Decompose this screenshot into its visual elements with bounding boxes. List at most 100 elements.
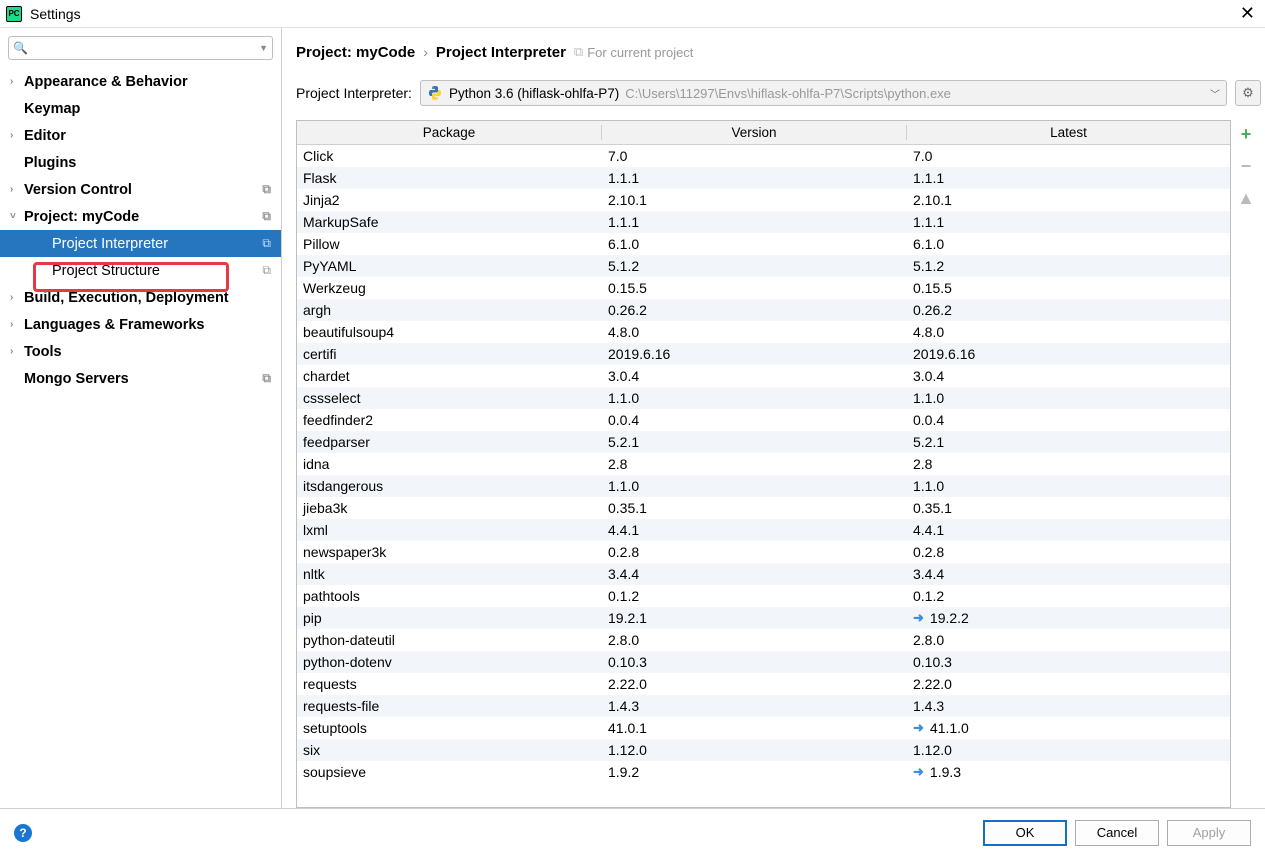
- cell-version: 7.0: [602, 148, 907, 164]
- table-row[interactable]: argh0.26.20.26.2: [297, 299, 1230, 321]
- table-row[interactable]: python-dotenv0.10.30.10.3: [297, 651, 1230, 673]
- chevron-right-icon: ›: [423, 44, 428, 60]
- sidebar-item-tools[interactable]: ›Tools: [0, 338, 281, 365]
- chevron-down-icon[interactable]: ▼: [259, 43, 268, 53]
- sidebar-item-project-interpreter[interactable]: Project Interpreter⧉: [0, 230, 281, 257]
- search-input[interactable]: 🔍 ▼: [8, 36, 273, 60]
- table-row[interactable]: certifi2019.6.162019.6.16: [297, 343, 1230, 365]
- table-row[interactable]: newspaper3k0.2.80.2.8: [297, 541, 1230, 563]
- sidebar: 🔍 ▼ ›Appearance & BehaviorKeymap›EditorP…: [0, 28, 282, 808]
- table-row[interactable]: pip19.2.1➜19.2.2: [297, 607, 1230, 629]
- titlebar: PC Settings ✕: [0, 0, 1265, 28]
- cell-version: 0.1.2: [602, 588, 907, 604]
- sidebar-item-languages-frameworks[interactable]: ›Languages & Frameworks: [0, 311, 281, 338]
- remove-package-button[interactable]: −: [1234, 154, 1258, 178]
- interpreter-selected: Python 3.6 (hiflask-ohlfa-P7): [449, 86, 619, 101]
- cell-package: nltk: [297, 566, 602, 582]
- sidebar-item-label: Editor: [24, 128, 66, 144]
- upgrade-package-button[interactable]: ▲: [1234, 186, 1258, 210]
- table-row[interactable]: beautifulsoup44.8.04.8.0: [297, 321, 1230, 343]
- table-row[interactable]: PyYAML5.1.25.1.2: [297, 255, 1230, 277]
- gear-icon[interactable]: ⚙: [1235, 80, 1261, 106]
- cell-version: 5.1.2: [602, 258, 907, 274]
- ok-button[interactable]: OK: [983, 820, 1067, 846]
- table-row[interactable]: six1.12.01.12.0: [297, 739, 1230, 761]
- cell-package: pip: [297, 610, 602, 626]
- cell-version: 2.8: [602, 456, 907, 472]
- cell-latest: 1.1.1: [913, 170, 944, 186]
- cell-latest: 1.9.3: [930, 764, 961, 780]
- cell-latest: 7.0: [913, 148, 932, 164]
- cancel-button[interactable]: Cancel: [1075, 820, 1159, 846]
- settings-tree: ›Appearance & BehaviorKeymap›EditorPlugi…: [0, 68, 281, 808]
- table-row[interactable]: idna2.82.8: [297, 453, 1230, 475]
- table-row[interactable]: chardet3.0.43.0.4: [297, 365, 1230, 387]
- table-row[interactable]: pathtools0.1.20.1.2: [297, 585, 1230, 607]
- table-row[interactable]: Jinja22.10.12.10.1: [297, 189, 1230, 211]
- cell-latest: 0.1.2: [913, 588, 944, 604]
- interpreter-dropdown[interactable]: Python 3.6 (hiflask-ohlfa-P7) C:\Users\1…: [420, 80, 1227, 106]
- column-version[interactable]: Version: [602, 125, 907, 140]
- sidebar-item-keymap[interactable]: Keymap: [0, 95, 281, 122]
- footer: ? OK Cancel Apply: [0, 808, 1265, 856]
- cell-package: Jinja2: [297, 192, 602, 208]
- table-row[interactable]: Click7.07.0: [297, 145, 1230, 167]
- sidebar-item-mongo-servers[interactable]: Mongo Servers⧉: [0, 365, 281, 392]
- add-package-button[interactable]: +: [1234, 122, 1258, 146]
- help-icon[interactable]: ?: [14, 824, 32, 842]
- apply-button[interactable]: Apply: [1167, 820, 1251, 846]
- table-row[interactable]: lxml4.4.14.4.1: [297, 519, 1230, 541]
- cell-package: setuptools: [297, 720, 602, 736]
- table-row[interactable]: itsdangerous1.1.01.1.0: [297, 475, 1230, 497]
- sidebar-item-editor[interactable]: ›Editor: [0, 122, 281, 149]
- cell-package: itsdangerous: [297, 478, 602, 494]
- table-row[interactable]: cssselect1.1.01.1.0: [297, 387, 1230, 409]
- sidebar-item-appearance-behavior[interactable]: ›Appearance & Behavior: [0, 68, 281, 95]
- cell-version: 4.8.0: [602, 324, 907, 340]
- table-row[interactable]: Pillow6.1.06.1.0: [297, 233, 1230, 255]
- table-row[interactable]: setuptools41.0.1➜41.1.0: [297, 717, 1230, 739]
- table-row[interactable]: jieba3k0.35.10.35.1: [297, 497, 1230, 519]
- table-row[interactable]: Flask1.1.11.1.1: [297, 167, 1230, 189]
- cell-version: 5.2.1: [602, 434, 907, 450]
- cell-version: 1.1.1: [602, 170, 907, 186]
- cell-version: 0.10.3: [602, 654, 907, 670]
- table-row[interactable]: soupsieve1.9.2➜1.9.3: [297, 761, 1230, 783]
- breadcrumb-interpreter: Project Interpreter: [436, 44, 566, 61]
- sidebar-item-plugins[interactable]: Plugins: [0, 149, 281, 176]
- table-row[interactable]: MarkupSafe1.1.11.1.1: [297, 211, 1230, 233]
- cell-package: jieba3k: [297, 500, 602, 516]
- chevron-right-icon: ›: [10, 292, 24, 303]
- close-icon[interactable]: ✕: [1236, 3, 1259, 24]
- search-icon: 🔍: [13, 41, 28, 55]
- table-row[interactable]: requests2.22.02.22.0: [297, 673, 1230, 695]
- table-row[interactable]: nltk3.4.43.4.4: [297, 563, 1230, 585]
- breadcrumb: Project: myCode › Project Interpreter ⧉ …: [296, 38, 1265, 66]
- table-row[interactable]: requests-file1.4.31.4.3: [297, 695, 1230, 717]
- cell-latest: 2.8.0: [913, 632, 944, 648]
- sidebar-item-label: Project Structure: [52, 263, 160, 279]
- chevron-right-icon: ›: [10, 319, 24, 330]
- table-row[interactable]: feedfinder20.0.40.0.4: [297, 409, 1230, 431]
- column-latest[interactable]: Latest: [907, 125, 1230, 140]
- cell-latest: 0.35.1: [913, 500, 952, 516]
- sidebar-item-version-control[interactable]: ›Version Control⧉: [0, 176, 281, 203]
- search-field[interactable]: [28, 41, 259, 56]
- table-row[interactable]: Werkzeug0.15.50.15.5: [297, 277, 1230, 299]
- cell-package: idna: [297, 456, 602, 472]
- cell-package: certifi: [297, 346, 602, 362]
- window-title: Settings: [30, 6, 81, 22]
- table-row[interactable]: feedparser5.2.15.2.1: [297, 431, 1230, 453]
- column-package[interactable]: Package: [297, 125, 602, 140]
- cell-version: 3.4.4: [602, 566, 907, 582]
- cell-latest: 2.10.1: [913, 192, 952, 208]
- cell-version: 0.2.8: [602, 544, 907, 560]
- cell-latest: 0.26.2: [913, 302, 952, 318]
- sidebar-item-build-execution-deployment[interactable]: ›Build, Execution, Deployment: [0, 284, 281, 311]
- cell-version: 1.1.0: [602, 390, 907, 406]
- sidebar-item-project-structure[interactable]: Project Structure⧉: [0, 257, 281, 284]
- sidebar-item-project-mycode[interactable]: ˅Project: myCode⧉: [0, 203, 281, 230]
- cell-latest: 0.15.5: [913, 280, 952, 296]
- cell-latest: 5.1.2: [913, 258, 944, 274]
- table-row[interactable]: python-dateutil2.8.02.8.0: [297, 629, 1230, 651]
